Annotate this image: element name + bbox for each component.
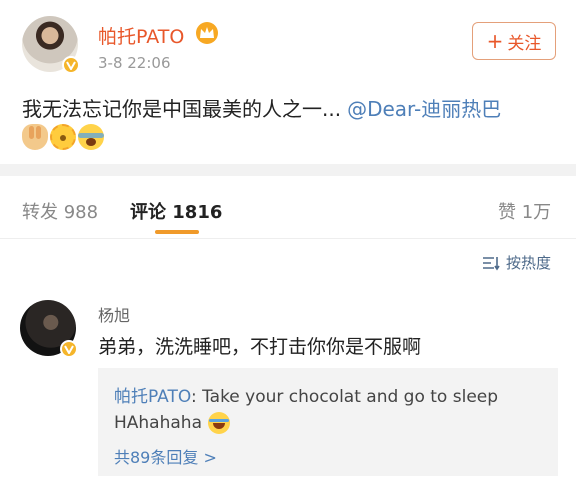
tab-likes[interactable]: 赞 1万 [498,198,551,224]
laughing-tears-emoji-icon [208,412,230,434]
sort-label: 按热度 [506,254,552,272]
tab-bar: 转发 988 评论 1816 赞 1万 [0,176,576,238]
reply-author[interactable]: 帕托PATO [114,387,191,407]
tab-repost[interactable]: 转发 988 [22,198,98,224]
verified-badge-icon [62,56,80,74]
scream-emoji-icon [78,124,104,150]
reply-line-2: HAhahaha [114,412,230,434]
follow-label: 关注 [507,33,542,54]
comment-item: 杨旭 弟弟，洗洗睡吧，不打击你你是不服啊 帕托PATO: Take your c… [0,290,576,480]
hands-emoji-icon [22,124,48,150]
commenter-avatar[interactable] [20,300,78,358]
reply-text: : Take your chocolat and go to sleep [190,387,499,407]
plus-icon: + [486,29,504,53]
post-body-text: 我无法忘记你是中国最美的人之一... @Dear-迪丽热巴 [22,93,501,122]
sort-icon [483,256,500,270]
vip-crown-icon [196,22,218,44]
verified-badge-icon [60,340,78,358]
reply-text-2: HAhahaha [114,413,202,433]
post-header: 帕托PATO 3-8 22:06 + 关注 [0,0,576,90]
post-time: 3-8 22:06 [98,54,171,72]
sun-face-emoji-icon [50,124,76,150]
mention-link[interactable]: @Dear-迪丽热巴 [347,97,501,121]
post-author-name[interactable]: 帕托PATO [98,22,184,49]
active-tab-indicator [155,230,199,234]
commenter-name[interactable]: 杨旭 [98,302,130,326]
tab-comments[interactable]: 评论 1816 [130,198,222,224]
post-text: 我无法忘记你是中国最美的人之一... [22,97,342,121]
author-avatar[interactable] [22,16,80,74]
tab-divider [0,238,576,239]
sort-toggle[interactable]: 按热度 [482,252,551,273]
follow-button[interactable]: + 关注 [472,22,556,60]
emoji-row [22,124,104,150]
comment-text: 弟弟，洗洗睡吧，不打击你你是不服啊 [98,336,422,358]
reply-preview-box[interactable]: 帕托PATO: Take your chocolat and go to sle… [98,368,558,476]
reply-line: 帕托PATO: Take your chocolat and go to sle… [114,382,498,407]
section-divider [0,164,576,176]
view-replies-link[interactable]: 共89条回复 > [114,444,217,468]
